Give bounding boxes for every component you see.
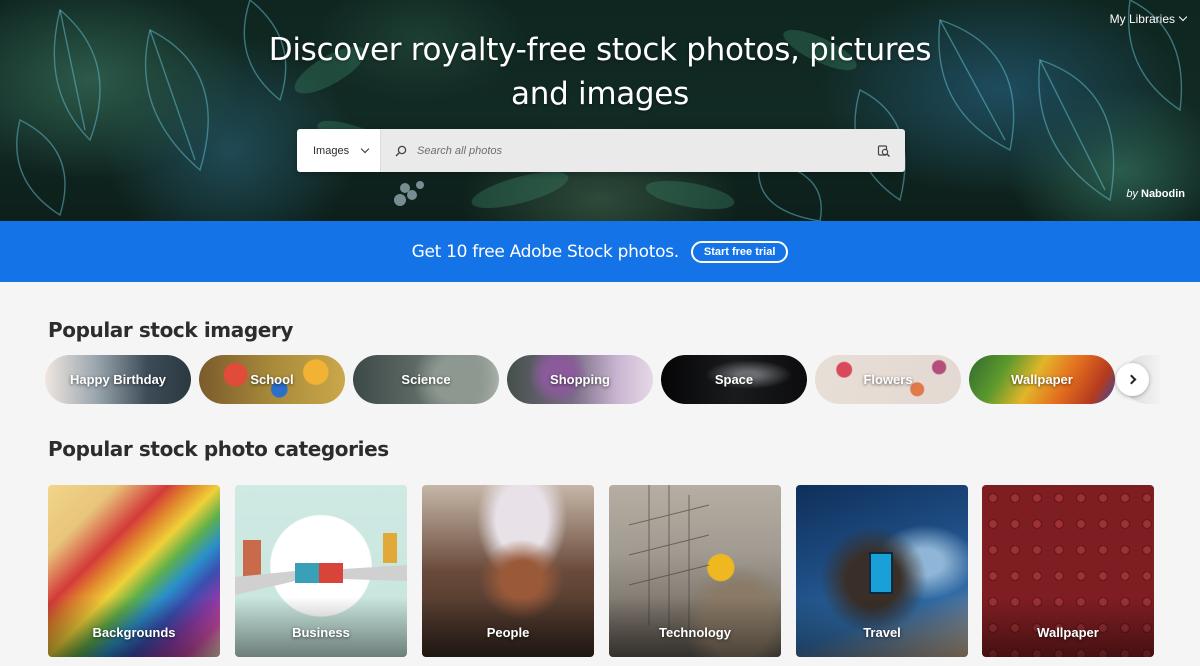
popular-imagery-carousel: Happy Birthday School Science Shopping S… [45, 355, 1160, 405]
credit-by: by [1126, 188, 1138, 200]
my-libraries-menu[interactable]: My Libraries [1109, 12, 1188, 26]
category-card-people[interactable]: People [422, 485, 594, 657]
photo-credit: by Nabodin [1126, 188, 1185, 200]
search-type-label: Images [313, 144, 350, 157]
chevron-down-icon [1178, 12, 1188, 22]
promo-banner: Get 10 free Adobe Stock photos. Start fr… [0, 221, 1200, 282]
pill-shopping[interactable]: Shopping [507, 355, 653, 404]
popular-imagery-title: Popular stock imagery [48, 318, 294, 342]
pill-science[interactable]: Science [353, 355, 499, 404]
search-input[interactable] [417, 144, 867, 157]
search-icon [395, 145, 407, 156]
pill-label: Science [401, 372, 451, 387]
chevron-down-icon [360, 144, 370, 153]
carousel-next-button[interactable] [1116, 363, 1149, 396]
page-title: Discover royalty-free stock photos, pict… [268, 32, 932, 112]
category-label: Technology [659, 625, 731, 640]
pill-label: Wallpaper [1011, 372, 1073, 387]
category-label: Wallpaper [1037, 625, 1099, 640]
hero-banner: My Libraries Discover royalty-free stock… [0, 0, 1200, 221]
search-bar: Images [297, 129, 905, 172]
pill-label: School [250, 372, 294, 387]
visual-search-icon[interactable] [877, 144, 891, 158]
category-label: People [486, 625, 530, 640]
category-label: Travel [863, 625, 901, 640]
category-label: Business [292, 625, 350, 640]
pill-space[interactable]: Space [661, 355, 807, 404]
pill-flowers[interactable]: Flowers [815, 355, 961, 404]
search-field [381, 129, 905, 172]
category-card-wallpaper[interactable]: Wallpaper [982, 485, 1154, 657]
search-type-dropdown[interactable]: Images [297, 129, 381, 172]
my-libraries-label: My Libraries [1109, 12, 1175, 26]
category-card-travel[interactable]: Travel [796, 485, 968, 657]
pill-label: Happy Birthday [69, 372, 167, 387]
start-free-trial-button[interactable]: Start free trial [690, 240, 789, 263]
promo-text: Get 10 free Adobe Stock photos. [411, 241, 680, 262]
category-card-business[interactable]: Business [235, 485, 407, 657]
pill-happy-birthday[interactable]: Happy Birthday [45, 355, 191, 404]
pill-label: Space [714, 372, 754, 387]
category-card-backgrounds[interactable]: Backgrounds [48, 485, 220, 657]
categories-title: Popular stock photo categories [48, 437, 389, 461]
category-card-technology[interactable]: Technology [609, 485, 781, 657]
pill-label: Flowers [863, 372, 913, 387]
pill-school[interactable]: School [199, 355, 345, 404]
pill-label: Shopping [550, 372, 610, 387]
credit-author[interactable]: Nabodin [1141, 188, 1185, 200]
chevron-right-icon [1126, 374, 1136, 385]
pill-wallpaper[interactable]: Wallpaper [969, 355, 1115, 404]
category-label: Backgrounds [92, 625, 176, 640]
